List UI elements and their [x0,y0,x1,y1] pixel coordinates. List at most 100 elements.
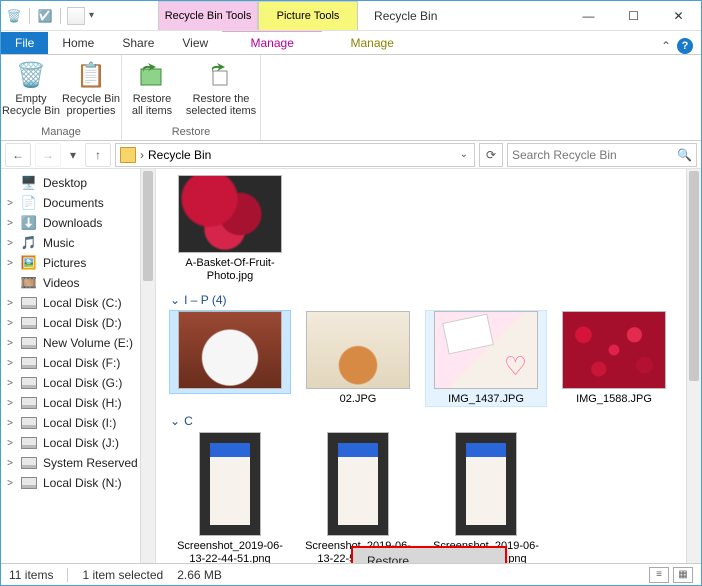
tree-expand-icon[interactable]: > [5,418,15,429]
empty-recycle-bin-button[interactable]: 🗑️ Empty Recycle Bin [1,55,61,124]
search-box[interactable]: Search Recycle Bin 🔍 [507,143,697,167]
tree-item[interactable]: >Local Disk (G:) [1,373,155,393]
tree-item[interactable]: >Local Disk (D:) [1,313,155,333]
file-thumbnail [562,311,666,389]
context-menu-restore[interactable]: Restore [353,548,505,563]
view-details-button[interactable]: ≡ [649,567,669,583]
address-bar[interactable]: › Recycle Bin ⌄ [115,143,475,167]
file-label: IMG_1437.JPG [448,393,524,406]
file-item[interactable]: Screenshot_2019-06-13-22-44-51.png [170,432,290,563]
recycle-bin-icon [120,147,136,163]
tree-expand-icon[interactable]: > [5,318,15,329]
tab-view[interactable]: View [168,32,222,54]
tree-item[interactable]: >⬇️Downloads [1,213,155,233]
status-selection: 1 item selected [82,568,163,582]
restore-all-button[interactable]: Restore all items [122,55,182,124]
tree-item[interactable]: 🖥️ Desktop [1,173,155,193]
file-thumbnail [178,175,282,253]
refresh-button[interactable]: ⟳ [479,143,503,167]
tab-file[interactable]: File [1,32,48,54]
nav-recent-dropdown[interactable]: ▾ [65,143,81,167]
view-thumbnails-button[interactable]: ▦ [673,567,693,583]
maximize-button[interactable]: ☐ [611,2,656,30]
tree-scrollbar-thumb[interactable] [143,171,153,281]
tree-expand-icon[interactable]: > [5,258,15,269]
content-scrollbar-thumb[interactable] [689,171,699,381]
tree-item[interactable]: >System Reserved [1,453,155,473]
nav-forward-button[interactable]: → [35,143,61,167]
tree-expand-icon[interactable]: > [5,338,15,349]
search-icon: 🔍 [677,148,692,162]
tab-home[interactable]: Home [48,32,108,54]
doc-icon: 📄 [21,195,37,211]
minimize-button[interactable]: — [566,2,611,30]
tree-item-label: Desktop [43,176,87,190]
file-row: 02.JPG IMG_1437.JPG IMG_1588.JPG [170,311,691,412]
tool-tab-recyclebin[interactable]: Recycle Bin Tools [158,1,258,30]
file-label: A-Basket-Of-Fruit-Photo.jpg [175,257,285,283]
group-header-label: I – P (4) [184,293,226,307]
chevron-down-icon: ⌄ [170,293,180,307]
ribbon-collapse-icon[interactable]: ⌃ [661,39,671,53]
tree-item[interactable]: >🎵Music [1,233,155,253]
tree-item-label: Videos [43,276,79,290]
nav-back-button[interactable]: ← [5,143,31,167]
tree-expand-icon[interactable]: > [5,218,15,229]
tree-item[interactable]: >🖼️Pictures [1,253,155,273]
drive-icon [21,395,37,411]
file-item[interactable]: Screenshot_2019-06-13-22-56-15.png [426,432,546,563]
tab-manage-picture[interactable]: Manage [322,32,422,54]
tree-expand-icon[interactable]: > [5,298,15,309]
file-item[interactable]: IMG_1588.JPG [554,311,674,406]
tab-manage-recyclebin[interactable]: Manage [222,31,322,54]
help-icon[interactable]: ? [677,38,693,54]
file-item[interactable]: A-Basket-Of-Fruit-Photo.jpg [170,175,290,283]
tree-expand-icon[interactable]: > [5,378,15,389]
breadcrumb-root[interactable]: Recycle Bin [148,148,211,162]
qat-customize-dropdown[interactable]: ▾ [89,10,94,21]
tool-tab-picture[interactable]: Picture Tools [258,1,358,30]
tree-expand-icon[interactable]: > [5,438,15,449]
tree-item[interactable]: >Local Disk (C:) [1,293,155,313]
file-item[interactable]: 02.JPG [298,311,418,406]
tree-item[interactable]: >Local Disk (N:) [1,473,155,493]
content-pane[interactable]: A-Basket-Of-Fruit-Photo.jpg ⌄ I – P (4) … [156,169,701,563]
qat-properties-icon[interactable]: ☑️ [36,7,54,25]
tree-expand-icon[interactable]: > [5,238,15,249]
tree-item[interactable]: >📄Documents [1,193,155,213]
drive-icon [21,375,37,391]
group-header-c[interactable]: ⌄ C [170,414,691,428]
tree-expand-icon[interactable]: > [5,398,15,409]
tree-expand-icon[interactable]: > [5,458,15,469]
tree-expand-icon[interactable]: > [5,358,15,369]
file-item[interactable] [170,311,290,393]
ribbon-group-manage: 🗑️ Empty Recycle Bin 📋 Recycle Bin prope… [1,55,122,140]
tree-item[interactable]: >Local Disk (J:) [1,433,155,453]
file-label: IMG_1588.JPG [576,393,652,406]
close-button[interactable]: ✕ [656,2,701,30]
tree-item-label: New Volume (E:) [43,336,133,350]
recycle-bin-properties-button[interactable]: 📋 Recycle Bin properties [61,55,121,124]
file-item[interactable]: Screenshot_2019-06-13-22-56-05.png [298,432,418,563]
tree-item[interactable]: >Local Disk (H:) [1,393,155,413]
tree-scrollbar[interactable] [140,169,155,563]
tree-expand-icon[interactable]: > [5,478,15,489]
group-header-ip[interactable]: ⌄ I – P (4) [170,293,691,307]
restore-selected-icon [205,59,237,91]
content-scrollbar[interactable] [686,169,701,563]
empty-bin-icon: 🗑️ [15,59,47,91]
nav-up-button[interactable]: ↑ [85,143,111,167]
tree-item[interactable]: > New Volume (E:) [1,333,155,353]
file-item[interactable]: IMG_1437.JPG [426,311,546,406]
tree-expand-icon[interactable]: > [5,198,15,209]
tree-item[interactable]: >Local Disk (F:) [1,353,155,373]
desktop-icon: 🖥️ [21,175,37,191]
address-dropdown-icon[interactable]: ⌄ [460,149,468,160]
tab-share[interactable]: Share [108,32,168,54]
app-icon[interactable]: 🗑️ [5,7,23,25]
qat-new-folder-icon[interactable] [67,7,85,25]
navigation-pane[interactable]: 🖥️Desktop>📄Documents>⬇️Downloads>🎵Music>… [1,169,156,563]
tree-item[interactable]: >Local Disk (I:) [1,413,155,433]
restore-selected-button[interactable]: Restore the selected items [182,55,260,124]
tree-item[interactable]: 🎞️Videos [1,273,155,293]
